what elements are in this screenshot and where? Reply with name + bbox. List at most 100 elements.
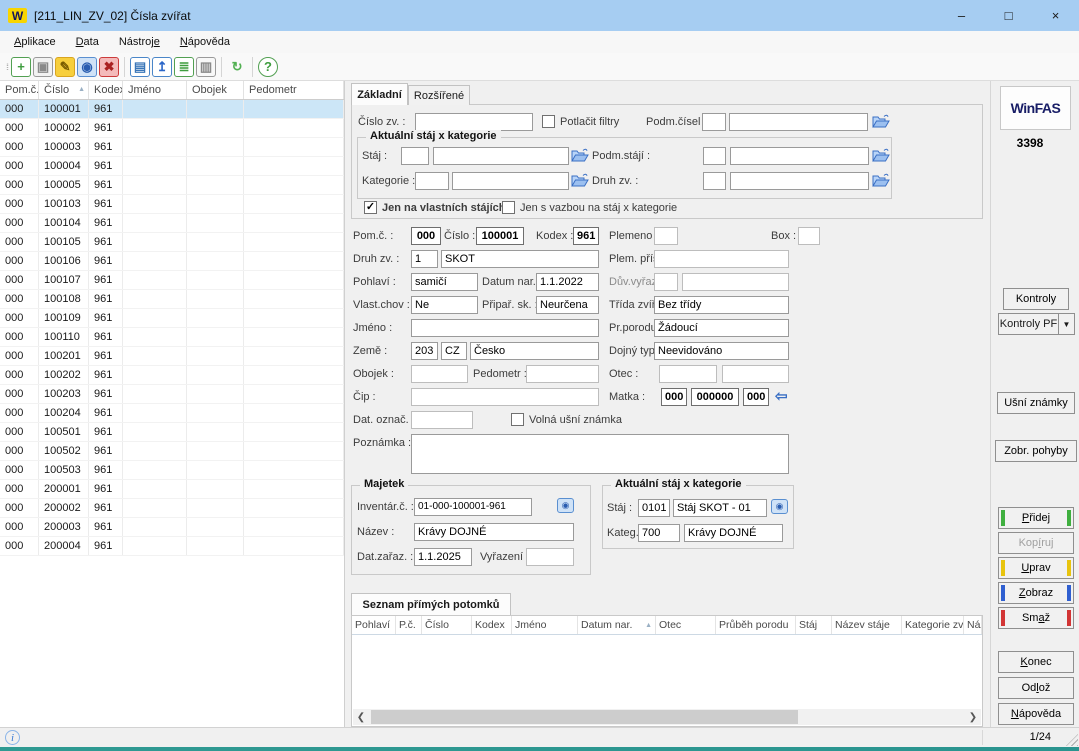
menu-item-napoveda[interactable]: Nápověda [170,33,240,51]
potomci-tab[interactable]: Seznam přímých potomků [351,593,511,615]
table-row[interactable]: 000100502961 [0,442,344,461]
menu-item-data[interactable]: Data [66,33,109,51]
menu-item-nastroje[interactable]: Nástroje [109,33,170,51]
menu-item-aplikace[interactable]: Aplikace [4,33,66,51]
column-header-cislo[interactable]: Číslo▲ [39,81,89,99]
podm-cisel-folder-icon[interactable] [872,113,890,129]
potlacit-filtry-checkbox[interactable] [542,115,555,128]
resize-grip[interactable] [1066,734,1078,746]
napoveda-button[interactable]: Nápověda [998,703,1074,725]
cislo-zv-input[interactable] [415,113,533,131]
vlast-chov-input[interactable]: Ne [411,296,478,314]
table-row[interactable]: 000200004961 [0,537,344,556]
pohlavi-input[interactable]: samičí [411,273,478,291]
potomci-column-nazev-staje[interactable]: Název stáje [832,616,902,634]
obojek-input[interactable] [411,365,468,383]
dat-oznac-input[interactable] [411,411,473,429]
table-row[interactable]: 000100201961 [0,347,344,366]
matka-input-3[interactable]: 000 [743,388,769,406]
zeme-iso[interactable]: CZ [441,342,467,360]
cip-input[interactable] [411,388,599,406]
podm-cisel-code-input[interactable] [702,113,726,131]
table-row[interactable]: 000100108961 [0,290,344,309]
delete-icon[interactable]: ✖ [99,57,119,77]
volna-usni-checkbox[interactable] [511,413,524,426]
aktualni-staj-code[interactable]: 0101 [638,499,670,517]
potomci-column-staj[interactable]: Stáj [796,616,832,634]
pr-porodu-input[interactable]: Žádoucí [654,319,789,337]
pridej-button[interactable]: Přidej [998,507,1074,529]
table-row[interactable]: 000100107961 [0,271,344,290]
view-icon[interactable]: ◉ [77,57,97,77]
kategorie-folder-icon[interactable] [571,172,589,188]
table-columns-icon[interactable]: ▥ [196,57,216,77]
odloz-button[interactable]: Odlož [998,677,1074,699]
potomci-column-datum-nar[interactable]: Datum nar.▲ [578,616,656,634]
tab-zakladni[interactable]: Základní [351,83,408,105]
smaz-button[interactable]: Smaž [998,607,1074,629]
druh-zv-code[interactable]: 1 [411,250,438,268]
pedometr-input[interactable] [526,365,599,383]
duv-vyraz-input[interactable] [682,273,789,291]
matka-input-2[interactable]: 000000 [691,388,739,406]
kontroly-pf-dropdown-icon[interactable]: ▼ [1059,313,1075,335]
help-icon[interactable]: ? [258,57,278,77]
table-row[interactable]: 000100004961 [0,157,344,176]
maximize-icon[interactable]: □ [985,0,1032,31]
poznamka-input[interactable] [411,434,789,474]
staj-folder-icon[interactable] [571,147,589,163]
potomci-hscrollbar[interactable]: ❮ ❯ [353,709,981,725]
table-row[interactable]: 000100005961 [0,176,344,195]
potomci-column-prubeh-porodu[interactable]: Průběh porodu [716,616,796,634]
close-icon[interactable]: × [1032,0,1079,31]
otec-input-2[interactable] [722,365,789,383]
duv-vyraz-code[interactable] [654,273,678,291]
jen-na-vlastnich-checkbox[interactable]: ✓ [364,201,377,214]
table-row[interactable]: 000200001961 [0,480,344,499]
majetek-nazev-input[interactable]: Krávy DOJNÉ [414,523,574,541]
kontroly-pf-button[interactable]: Kontroly PF ▼ [998,313,1075,335]
column-header-pedometr[interactable]: Pedometr [244,81,344,99]
tab-rozsirene[interactable]: Rozšířené [408,85,470,105]
export-icon[interactable]: ↥ [152,57,172,77]
konec-button[interactable]: Konec [998,651,1074,673]
column-header-obojek[interactable]: Obojek [187,81,244,99]
table-row[interactable]: 000100110961 [0,328,344,347]
podm-staji-code-input[interactable] [703,147,726,165]
aktualni-kateg-name[interactable]: Krávy DOJNÉ [684,524,783,542]
datum-nar-input[interactable]: 1.1.2022 [536,273,599,291]
scroll-thumb[interactable] [371,710,798,724]
zeme-code[interactable]: 203 [411,342,438,360]
kategorie-name-input[interactable] [452,172,569,190]
toolbar-grip-icon[interactable]: ⁞⁞ [6,62,7,72]
edit-icon[interactable]: ✎ [55,57,75,77]
minimize-icon[interactable]: – [938,0,985,31]
potomci-column-otec[interactable]: Otec [656,616,716,634]
staj-name-input[interactable] [433,147,569,165]
column-header-kodex[interactable]: Kodex [89,81,123,99]
aktualni-staj-name[interactable]: Stáj SKOT - 01 [673,499,767,517]
dat-zaraz-input[interactable]: 1.1.2025 [414,548,472,566]
table-row[interactable]: 000100501961 [0,423,344,442]
podm-cisel-input[interactable] [729,113,868,131]
aktualni-kateg-code[interactable]: 700 [638,524,680,542]
staj-code-input[interactable] [401,147,429,165]
usni-znamky-button[interactable]: Ušní známky [997,392,1075,414]
matka-goto-arrow-icon[interactable]: ⇦ [775,389,788,404]
table-row[interactable]: 000100202961 [0,366,344,385]
potomci-column-pohlavi[interactable]: Pohlaví [352,616,396,634]
table-row[interactable]: 000100001961 [0,100,344,119]
column-header-pom-c[interactable]: Pom.č. [0,81,39,99]
otec-input-1[interactable] [659,365,717,383]
vyrazeni-input[interactable] [526,548,574,566]
potomci-column-p-c[interactable]: P.č. [396,616,422,634]
jmeno-input[interactable] [411,319,599,337]
kodex-input[interactable]: 961 [573,227,599,245]
table-row[interactable]: 000100003961 [0,138,344,157]
zobraz-button[interactable]: Zobraz [998,582,1074,604]
table-row[interactable]: 000100002961 [0,119,344,138]
table-row[interactable]: 000100104961 [0,214,344,233]
table-row[interactable]: 000100103961 [0,195,344,214]
zobr-pohyby-button[interactable]: Zobr. pohyby [995,440,1077,462]
potomci-column-cislo[interactable]: Číslo [422,616,472,634]
